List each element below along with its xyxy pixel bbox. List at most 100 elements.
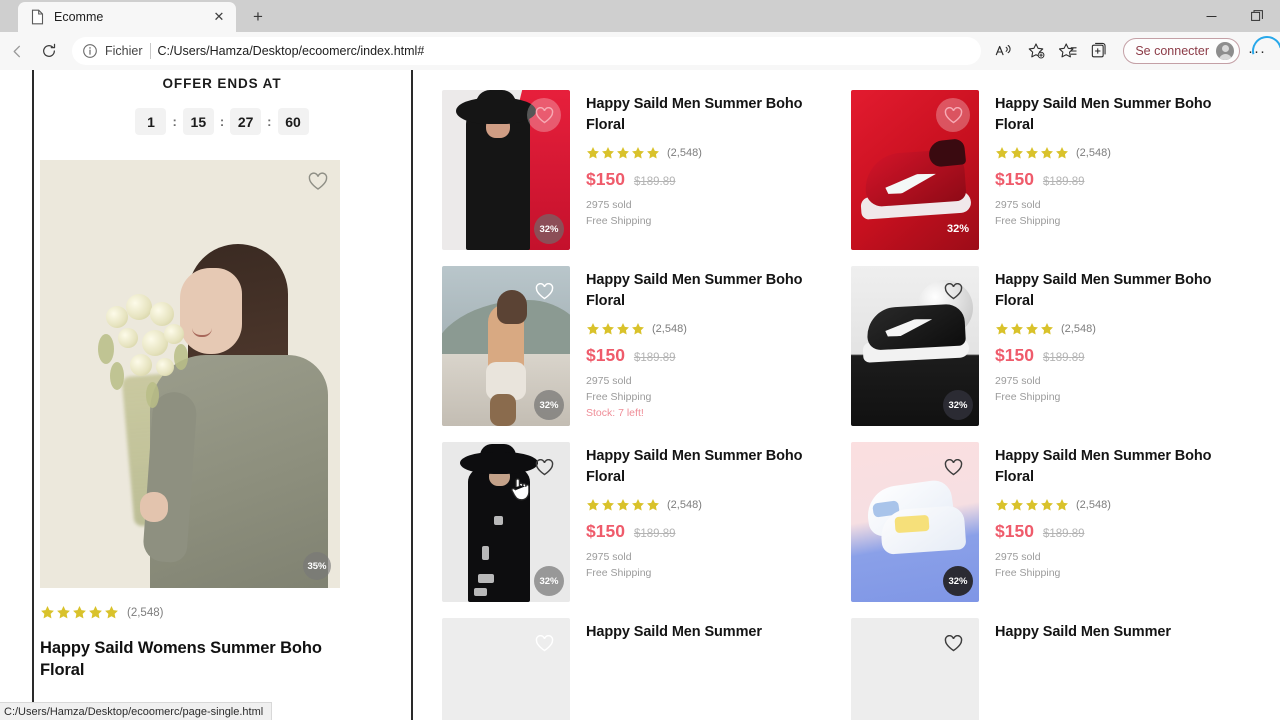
current-price: $150 bbox=[586, 345, 625, 366]
product-thumbnail[interactable] bbox=[851, 618, 979, 720]
sign-in-button[interactable]: Se connecter bbox=[1123, 38, 1240, 64]
product-title[interactable]: Happy Saild Men Summer Boho Floral bbox=[995, 94, 1240, 136]
countdown-hours: 15 bbox=[182, 108, 214, 135]
offer-sidebar: OFFER ENDS AT 1 : 15 : 27 : 60 35% (2,54… bbox=[0, 70, 413, 720]
product-meta: 2975 sold Free Shipping bbox=[995, 374, 1240, 406]
rating-count: (2,548) bbox=[667, 147, 702, 160]
product-title[interactable]: Happy Saild Men Summer bbox=[995, 622, 1240, 643]
star-icon bbox=[1025, 322, 1039, 336]
product-thumbnail[interactable]: 32% bbox=[442, 266, 570, 426]
product-meta: 2975 sold Free Shipping bbox=[995, 550, 1240, 582]
product-card[interactable]: Happy Saild Men Summer bbox=[851, 612, 1240, 720]
star-icon bbox=[1055, 498, 1069, 512]
favorite-heart-icon[interactable] bbox=[936, 626, 970, 660]
featured-product-image[interactable]: 35% bbox=[40, 160, 340, 588]
star-icon bbox=[1025, 146, 1039, 160]
product-thumbnail[interactable] bbox=[442, 618, 570, 720]
product-title[interactable]: Happy Saild Men Summer Boho Floral bbox=[995, 446, 1240, 488]
star-rating bbox=[995, 498, 1069, 512]
product-card[interactable]: 32% Happy Saild Men Summer Boho Floral (2,… bbox=[442, 260, 831, 436]
favorite-heart-icon[interactable] bbox=[936, 450, 970, 484]
product-card[interactable]: 32% Happy Saild Men Summer Boho Floral (2,… bbox=[851, 84, 1240, 260]
star-rating bbox=[586, 498, 660, 512]
star-icon bbox=[40, 605, 55, 620]
original-price: $189.89 bbox=[633, 176, 676, 189]
discount-badge: 32% bbox=[946, 223, 970, 235]
rating-count: (2,548) bbox=[1061, 323, 1096, 336]
product-price-row: $150 $189.89 bbox=[586, 521, 831, 542]
minimize-button[interactable] bbox=[1188, 0, 1234, 32]
featured-product-card[interactable]: 35% (2,548) Happy Saild Womens Summer Bo… bbox=[40, 160, 340, 682]
star-icon bbox=[1040, 322, 1054, 336]
product-meta: 2975 sold Free Shipping bbox=[586, 550, 831, 582]
product-info: Happy Saild Men Summer bbox=[586, 618, 831, 643]
product-title[interactable]: Happy Saild Men Summer Boho Floral bbox=[586, 446, 831, 488]
browser-tab[interactable]: Ecomme ✕ bbox=[18, 2, 236, 32]
star-icon bbox=[631, 146, 645, 160]
product-title[interactable]: Happy Saild Men Summer Boho Floral bbox=[995, 270, 1240, 312]
favorite-heart-icon[interactable] bbox=[527, 626, 561, 660]
countdown-separator: : bbox=[219, 114, 225, 129]
product-title[interactable]: Happy Saild Men Summer Boho Floral bbox=[586, 270, 831, 312]
units-sold: 2975 sold bbox=[995, 375, 1041, 388]
product-thumbnail[interactable]: 32% bbox=[851, 266, 979, 426]
reload-button[interactable] bbox=[34, 36, 64, 66]
star-icon bbox=[1055, 146, 1069, 160]
featured-rating: (2,548) bbox=[40, 605, 340, 620]
product-card[interactable]: 32% Happy Saild Men Summer Boho Floral (2,… bbox=[442, 84, 831, 260]
product-thumbnail[interactable]: 32% bbox=[442, 90, 570, 250]
countdown-minutes: 27 bbox=[230, 108, 262, 135]
units-sold: 2975 sold bbox=[995, 199, 1041, 212]
product-info: Happy Saild Men Summer Boho Floral (2,548… bbox=[995, 442, 1240, 582]
star-icon bbox=[631, 322, 645, 336]
star-icon bbox=[1010, 146, 1024, 160]
star-icon bbox=[601, 322, 615, 336]
shipping-info: Free Shipping bbox=[995, 390, 1061, 403]
star-rating bbox=[586, 146, 660, 160]
back-button[interactable] bbox=[2, 36, 32, 66]
star-icon bbox=[1040, 146, 1054, 160]
featured-product-title[interactable]: Happy Saild Womens Summer Boho Floral bbox=[40, 637, 340, 682]
bouquet-flowers bbox=[96, 288, 208, 416]
document-icon bbox=[30, 9, 45, 25]
star-rating bbox=[586, 322, 645, 336]
collections-icon[interactable] bbox=[1085, 36, 1115, 66]
product-thumbnail[interactable]: 32% bbox=[851, 90, 979, 250]
product-card[interactable]: 32% Happy Saild Men Summer Boho Floral (2,… bbox=[851, 260, 1240, 436]
favorite-heart-icon[interactable] bbox=[527, 98, 561, 132]
product-card[interactable]: 32% Happy Saild Men Summer Boho Floral (2,… bbox=[442, 436, 831, 612]
product-thumbnail[interactable]: 32% bbox=[442, 442, 570, 602]
favorite-heart-icon[interactable] bbox=[527, 450, 561, 484]
address-bar[interactable]: Fichier C:/Users/Hamza/Desktop/ecoomerc/… bbox=[72, 37, 982, 65]
shipping-info: Free Shipping bbox=[995, 566, 1061, 579]
new-tab-button[interactable]: + bbox=[244, 3, 272, 31]
star-icon bbox=[601, 498, 615, 512]
product-thumbnail[interactable]: 32% bbox=[851, 442, 979, 602]
product-card[interactable]: 32% Happy Saild Men Summer Boho Floral (2,… bbox=[851, 436, 1240, 612]
url-text[interactable]: C:/Users/Hamza/Desktop/ecoomerc/index.ht… bbox=[158, 44, 425, 58]
product-rating: (2,548) bbox=[995, 322, 1240, 336]
star-icon bbox=[586, 322, 600, 336]
restore-button[interactable] bbox=[1234, 0, 1280, 32]
favorites-icon[interactable] bbox=[1053, 36, 1083, 66]
read-aloud-icon[interactable] bbox=[989, 36, 1019, 66]
product-title[interactable]: Happy Saild Men Summer bbox=[586, 622, 831, 643]
product-title[interactable]: Happy Saild Men Summer Boho Floral bbox=[586, 94, 831, 136]
units-sold: 2975 sold bbox=[586, 551, 632, 564]
favorite-heart-icon[interactable] bbox=[527, 274, 561, 308]
star-rating bbox=[40, 605, 119, 620]
close-tab-icon[interactable]: ✕ bbox=[210, 8, 228, 26]
star-icon bbox=[616, 322, 630, 336]
product-card[interactable]: Happy Saild Men Summer bbox=[442, 612, 831, 720]
add-favorite-icon[interactable] bbox=[1021, 36, 1051, 66]
countdown-seconds: 60 bbox=[277, 108, 309, 135]
favorite-heart-icon[interactable] bbox=[936, 274, 970, 308]
address-separator bbox=[149, 43, 151, 59]
favorite-heart-icon[interactable] bbox=[936, 98, 970, 132]
star-icon bbox=[88, 605, 103, 620]
product-meta: 2975 sold Free Shipping bbox=[586, 198, 831, 230]
current-price: $150 bbox=[586, 521, 625, 542]
product-rating: (2,548) bbox=[995, 498, 1240, 512]
current-price: $150 bbox=[995, 169, 1034, 190]
heart-outline-icon[interactable] bbox=[308, 172, 328, 192]
